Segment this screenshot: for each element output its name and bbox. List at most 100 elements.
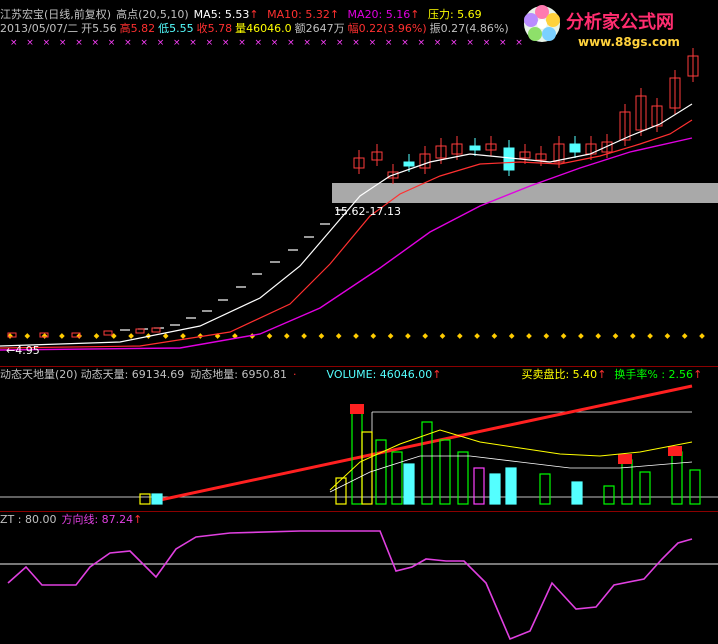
marker-x: × [43,38,51,48]
direction-line-label: 方向线: 87.24 [61,513,134,526]
up-arrow-icon: ↑ [597,368,607,381]
candle [503,147,515,171]
volume-bar [571,481,583,505]
diamond-marker [456,333,463,339]
quote-date: 2013/05/07/二 [0,22,79,35]
diamond-marker [59,333,65,339]
quote-open: 开5.56 [81,22,117,35]
volume-separator: · [293,368,297,381]
marker-x: × [92,38,100,48]
candle [469,145,481,151]
marker-x: × [124,38,132,48]
volume-bar [361,431,373,505]
ma10-label: MA10: 5.32 [267,8,330,21]
marker-x: × [336,38,344,48]
trend-line [159,384,693,502]
diamond-marker [405,333,411,339]
panel-divider [0,511,718,512]
marker-x: × [515,38,523,48]
volume-bar [689,469,701,505]
high-label: 高点(20,5,10) [116,8,189,21]
up-arrow-icon: ↑ [693,368,703,381]
quote-high: 高5.82 [119,22,156,35]
earth-volume-label: 动态地量: 6950.81 [190,368,287,381]
buy-sell-ratio-label: 买卖盘比: 5.40 [521,368,598,381]
logo-name: 分析家公式网 [566,11,674,33]
volume-bar [539,473,551,505]
volume-cap [618,454,632,464]
diamond-marker [76,333,83,339]
volume-bar [439,439,451,505]
marker-x: × [401,38,409,48]
volume-chart-svg [0,384,718,505]
volume-bar [391,451,403,505]
diamond-marker [629,333,636,339]
diamond-marker [128,333,134,339]
volume-indicator-title: 动态天地量(20) [0,368,78,381]
diamond-marker [301,333,307,339]
zt-chart-svg [0,530,718,641]
zt-chart-panel[interactable] [0,527,718,644]
candle [403,161,415,167]
stock-title[interactable]: 江苏宏宝(日线,前复权) [0,8,111,21]
up-arrow-icon: ↑ [329,8,340,21]
quote-change: 幅0.22(3.96%) [347,22,427,35]
volume-bar [457,451,469,505]
diamond-marker [508,333,515,339]
volume-value-label: VOLUME: 46046.00 [326,368,433,381]
diamond-marker [266,333,273,339]
marker-x: × [499,38,507,48]
volume-chart-panel[interactable] [0,382,718,510]
marker-x: × [271,38,279,48]
volume-bar [375,439,387,505]
marker-x: × [59,38,67,48]
header-row: 江苏宏宝(日线,前复权) 高点(20,5,10) MA5: 5.53 ↑ MA10: … [0,8,487,22]
diamond-marker [283,333,290,339]
diamond-marker [578,333,584,339]
marker-x: × [140,38,148,48]
marker-x: × [369,38,377,48]
volume-header-row: 动态天地量(20) 动态天量: 69134.69 动态地量: 6950.81 · VOL… [0,368,707,382]
diamond-marker [370,333,377,339]
diamond-marker [93,333,100,339]
range-label: 15.62-17.13 [334,205,401,218]
diamond-marker [318,333,325,339]
quote-row: 2013/05/07/二 开5.56 高5.82 低5.55 收5.78 量46046.0… [0,22,514,36]
turnover-rate-label: 换手率% : 2.56 [614,368,694,381]
marker-x: × [418,38,426,48]
diamond-marker [491,333,498,339]
marker-x: × [108,38,116,48]
marker-x: × [483,38,491,48]
diamond-marker [612,333,619,339]
pressure-label: 压力: 5.69 [427,8,482,21]
volume-bar [139,493,151,505]
volume-bar [335,477,347,505]
volume-bar [473,467,485,505]
volume-cap [350,404,364,414]
volume-bar [505,467,517,505]
quote-volume: 量46046.0 [235,22,292,35]
price-chart-panel[interactable]: × × × × × × × × × × × × × × × × × × × × × × × × × × × × × × × × 15.62-1… [0,36,718,366]
diamond-marker [543,333,550,339]
up-arrow-icon: ↑ [410,8,420,21]
up-arrow-icon: ↑ [432,368,442,381]
volume-bar [639,471,651,505]
diamond-marker [439,333,446,339]
marker-x: × [189,38,197,48]
quote-low: 低5.55 [158,22,194,35]
diamond-marker [24,333,31,339]
volume-cap [668,446,682,456]
diamond-marker [162,333,169,339]
ma5-line [0,103,693,347]
candle [569,143,581,153]
marker-x: × [222,38,230,48]
ma5-label: MA5: 5.53 [193,8,250,21]
quote-amplitude: 振0.27(4.86%) [429,22,509,35]
marker-x: × [157,38,165,48]
marker-x: × [466,38,474,48]
marker-x: × [173,38,181,48]
diamond-marker [180,333,186,339]
volume-bar [151,493,163,505]
quote-amount: 额2647万 [294,22,345,35]
diamond-marker [595,333,602,339]
